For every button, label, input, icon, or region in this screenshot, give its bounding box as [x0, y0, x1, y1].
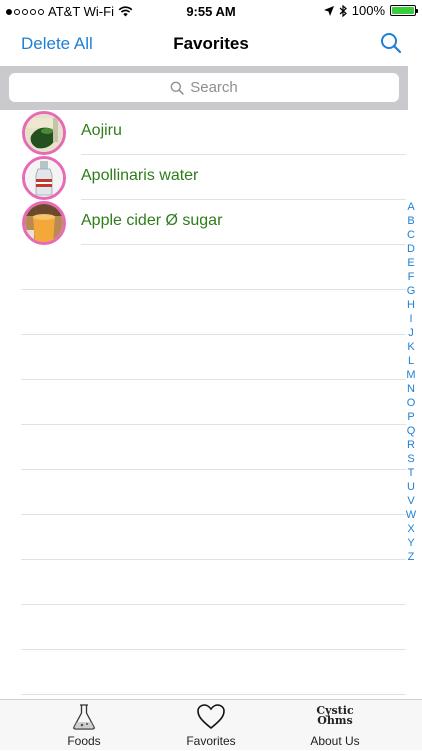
index-letter[interactable]: B	[404, 214, 418, 228]
cystic-logo-icon: Cystic Ohms	[313, 704, 357, 727]
empty-row	[0, 245, 408, 290]
index-letter[interactable]: Q	[404, 424, 418, 438]
empty-row	[0, 380, 408, 425]
empty-row	[0, 335, 408, 380]
index-letter[interactable]: P	[404, 410, 418, 424]
item-name: Aojiru	[81, 122, 122, 139]
index-letter[interactable]: S	[404, 452, 418, 466]
list-item[interactable]: Aojiru	[0, 110, 408, 155]
list-item[interactable]: Apollinaris water	[0, 155, 408, 200]
flask-icon	[73, 704, 95, 730]
index-letter[interactable]: A	[404, 200, 418, 214]
section-index[interactable]: ABCDEFGHIJKLMNOPQRSTUVWXYZ	[404, 200, 418, 564]
heart-icon	[197, 704, 225, 730]
index-letter[interactable]: M	[404, 368, 418, 382]
battery-icon	[390, 5, 418, 16]
index-letter[interactable]: T	[404, 466, 418, 480]
empty-row	[0, 560, 408, 605]
location-icon	[323, 5, 334, 16]
empty-row	[0, 515, 408, 560]
index-letter[interactable]: H	[404, 298, 418, 312]
list-item[interactable]: Apple cider Ø sugar	[0, 200, 408, 245]
bluetooth-icon	[339, 4, 347, 17]
tab-label: Foods	[67, 734, 101, 748]
tab-label: About Us	[310, 734, 360, 748]
apple-cider-thumbnail	[22, 201, 66, 245]
aojiru-thumbnail	[22, 111, 66, 155]
search-icon[interactable]	[380, 32, 402, 54]
about-logo-text: Cystic Ohms	[316, 704, 354, 727]
index-letter[interactable]: V	[404, 494, 418, 508]
index-letter[interactable]: C	[404, 228, 418, 242]
index-letter[interactable]: G	[404, 284, 418, 298]
apollinaris-thumbnail	[22, 156, 66, 200]
index-letter[interactable]: Y	[404, 536, 418, 550]
index-letter[interactable]: O	[404, 396, 418, 410]
search-bar-container: Search	[0, 66, 408, 110]
item-name: Apple cider Ø sugar	[81, 212, 223, 229]
nav-bar: Delete All Favorites	[0, 22, 422, 66]
index-letter[interactable]: F	[404, 270, 418, 284]
index-letter[interactable]: R	[404, 438, 418, 452]
empty-row	[0, 650, 408, 695]
tab-label: Favorites	[186, 734, 236, 748]
index-letter[interactable]: E	[404, 256, 418, 270]
index-letter[interactable]: D	[404, 242, 418, 256]
empty-row	[0, 425, 408, 470]
index-letter[interactable]: N	[404, 382, 418, 396]
index-letter[interactable]: K	[404, 340, 418, 354]
search-input[interactable]: Search	[9, 73, 399, 102]
tab-about-us[interactable]: Cystic Ohms About Us	[295, 700, 375, 751]
index-letter[interactable]: U	[404, 480, 418, 494]
tab-bar: Foods Favorites Cystic Ohms About Us	[0, 699, 422, 750]
search-placeholder: Search	[190, 79, 238, 96]
battery-percent: 100%	[351, 3, 385, 18]
row-divider	[21, 694, 406, 695]
status-bar: AT&T Wi-Fi 9:55 AM 100%	[0, 0, 422, 22]
item-name: Apollinaris water	[81, 167, 199, 184]
index-letter[interactable]: Z	[404, 550, 418, 564]
empty-row	[0, 605, 408, 650]
status-right: 100%	[323, 3, 418, 18]
favorites-list: Aojiru Apollinaris water Apple cider Ø s…	[0, 110, 408, 695]
search-field-icon	[170, 81, 184, 95]
page-title: Favorites	[173, 34, 249, 53]
index-letter[interactable]: I	[404, 312, 418, 326]
empty-row	[0, 470, 408, 515]
tab-foods[interactable]: Foods	[44, 700, 124, 751]
index-letter[interactable]: W	[404, 508, 418, 522]
tab-favorites[interactable]: Favorites	[171, 700, 251, 751]
empty-row	[0, 290, 408, 335]
index-letter[interactable]: J	[404, 326, 418, 340]
index-letter[interactable]: X	[404, 522, 418, 536]
index-letter[interactable]: L	[404, 354, 418, 368]
